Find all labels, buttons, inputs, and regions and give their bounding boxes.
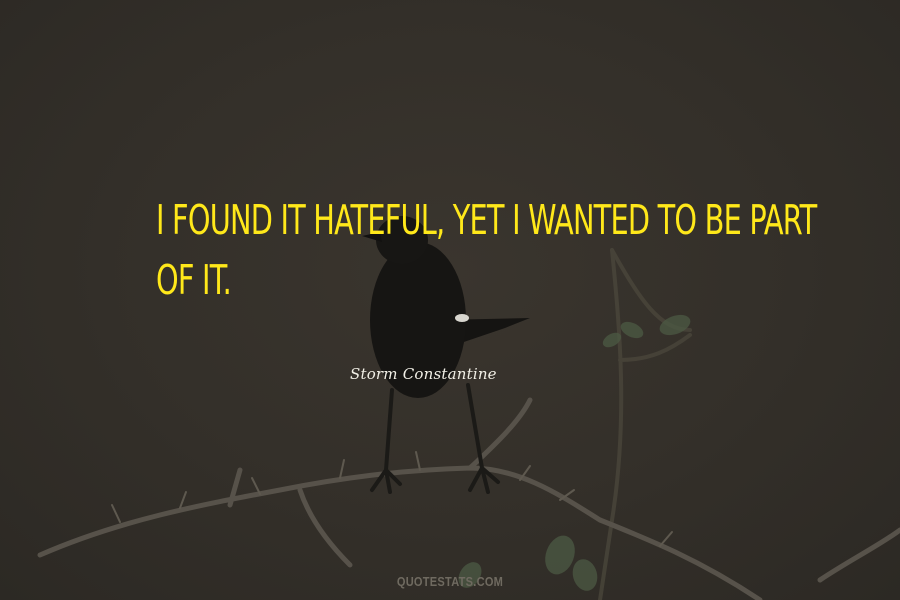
site-watermark: QUOTESTATS.COM: [396, 574, 504, 589]
bird-legs: [370, 383, 500, 494]
quote-author: Storm Constantine: [350, 365, 497, 383]
quote-line-2: OF IT.: [156, 256, 232, 304]
quote-text: I FOUND IT HATEFUL, YET I WANTED TO BE P…: [156, 190, 817, 310]
bird-wing-patch: [455, 314, 469, 322]
branch-thorns: [111, 451, 673, 547]
quote-line-1: I FOUND IT HATEFUL, YET I WANTED TO BE P…: [156, 196, 817, 244]
quote-card: I FOUND IT HATEFUL, YET I WANTED TO BE P…: [0, 0, 900, 600]
